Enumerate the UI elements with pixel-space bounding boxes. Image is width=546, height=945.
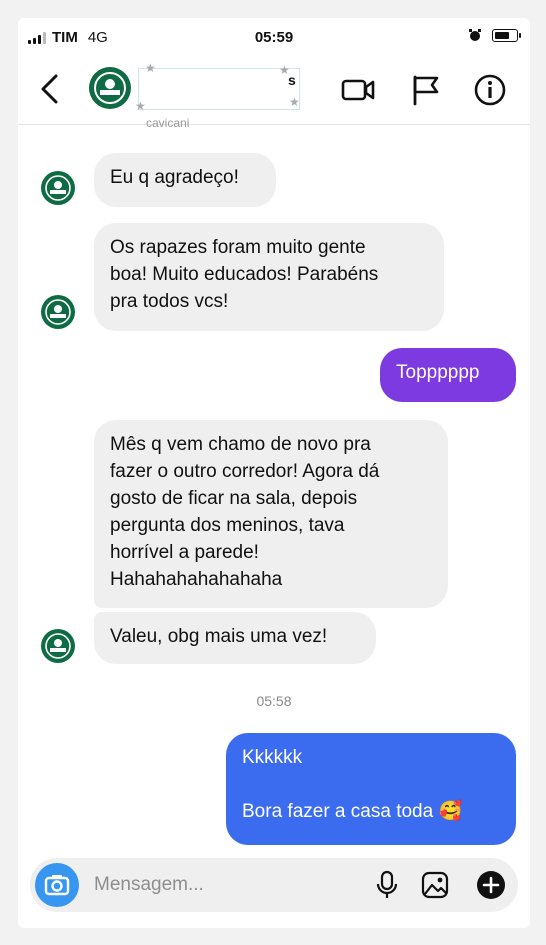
message-line: Bora fazer a casa toda 🥰 (242, 801, 463, 822)
info-icon[interactable] (472, 72, 508, 108)
message-line: Mês q vem chamo de novo pra (110, 434, 371, 455)
camera-button[interactable] (35, 863, 79, 907)
message-composer: Mensagem... (30, 858, 518, 912)
contact-name: cavicani (146, 116, 190, 130)
contact-name-fragment: s (288, 72, 296, 88)
message-line: gosto de ficar na sala, depois (110, 488, 358, 509)
message-text: Eu q agradeço! (110, 167, 239, 188)
status-bar: TIM 4G 05:59 (18, 18, 530, 56)
message-bubble-incoming[interactable]: Valeu, obg mais uma vez! (94, 612, 376, 664)
avatar[interactable] (40, 170, 76, 206)
avatar[interactable] (40, 628, 76, 664)
chat-header: ★ ★ ★ ★ s cavicani (18, 56, 530, 130)
message-bubble-incoming[interactable]: Eu q agradeço! (94, 153, 276, 207)
message-line: pergunta dos meninos, tava (110, 515, 345, 536)
message-bubble-incoming[interactable]: Os rapazes foram muito gente boa! Muito … (94, 223, 444, 331)
video-call-icon[interactable] (340, 72, 376, 108)
message-line: boa! Muito educados! Parabéns (110, 264, 379, 285)
message-bubble-outgoing[interactable]: Topppppp (380, 348, 516, 402)
message-line: Hahahahahahahaha (110, 569, 283, 590)
gallery-icon[interactable] (420, 870, 450, 900)
alarm-icon (469, 29, 481, 41)
message-text: Topppppp (396, 362, 480, 383)
message-timestamp: 05:58 (256, 693, 292, 709)
message-text: Valeu, obg mais uma vez! (110, 626, 328, 647)
message-line: horrível a parede! (110, 542, 259, 563)
clock: 05:59 (254, 29, 294, 46)
message-bubble-outgoing[interactable]: Kkkkkk Bora fazer a casa toda 🥰 (226, 733, 516, 845)
microphone-icon[interactable] (372, 870, 402, 900)
avatar[interactable] (88, 66, 132, 110)
avatar[interactable] (40, 294, 76, 330)
back-icon[interactable] (36, 72, 66, 106)
chat-screen: TIM 4G 05:59 ★ ★ ★ ★ s cavicani Eu q agr… (18, 18, 530, 928)
message-line: pra todos vcs! (110, 291, 229, 312)
message-line (242, 771, 500, 798)
message-bubble-incoming[interactable]: Mês q vem chamo de novo pra fazer o outr… (94, 420, 448, 608)
message-line: Os rapazes foram muito gente (110, 237, 366, 258)
message-line: fazer o outro corredor! Agora dá (110, 461, 380, 482)
flag-icon[interactable] (408, 72, 444, 108)
message-input[interactable]: Mensagem... (94, 874, 204, 896)
message-line: Kkkkkk (242, 747, 303, 768)
camera-icon (44, 875, 70, 896)
battery-icon (492, 28, 521, 42)
plus-icon[interactable] (476, 870, 506, 900)
redacted-name-box: ★ ★ ★ ★ (135, 61, 300, 113)
